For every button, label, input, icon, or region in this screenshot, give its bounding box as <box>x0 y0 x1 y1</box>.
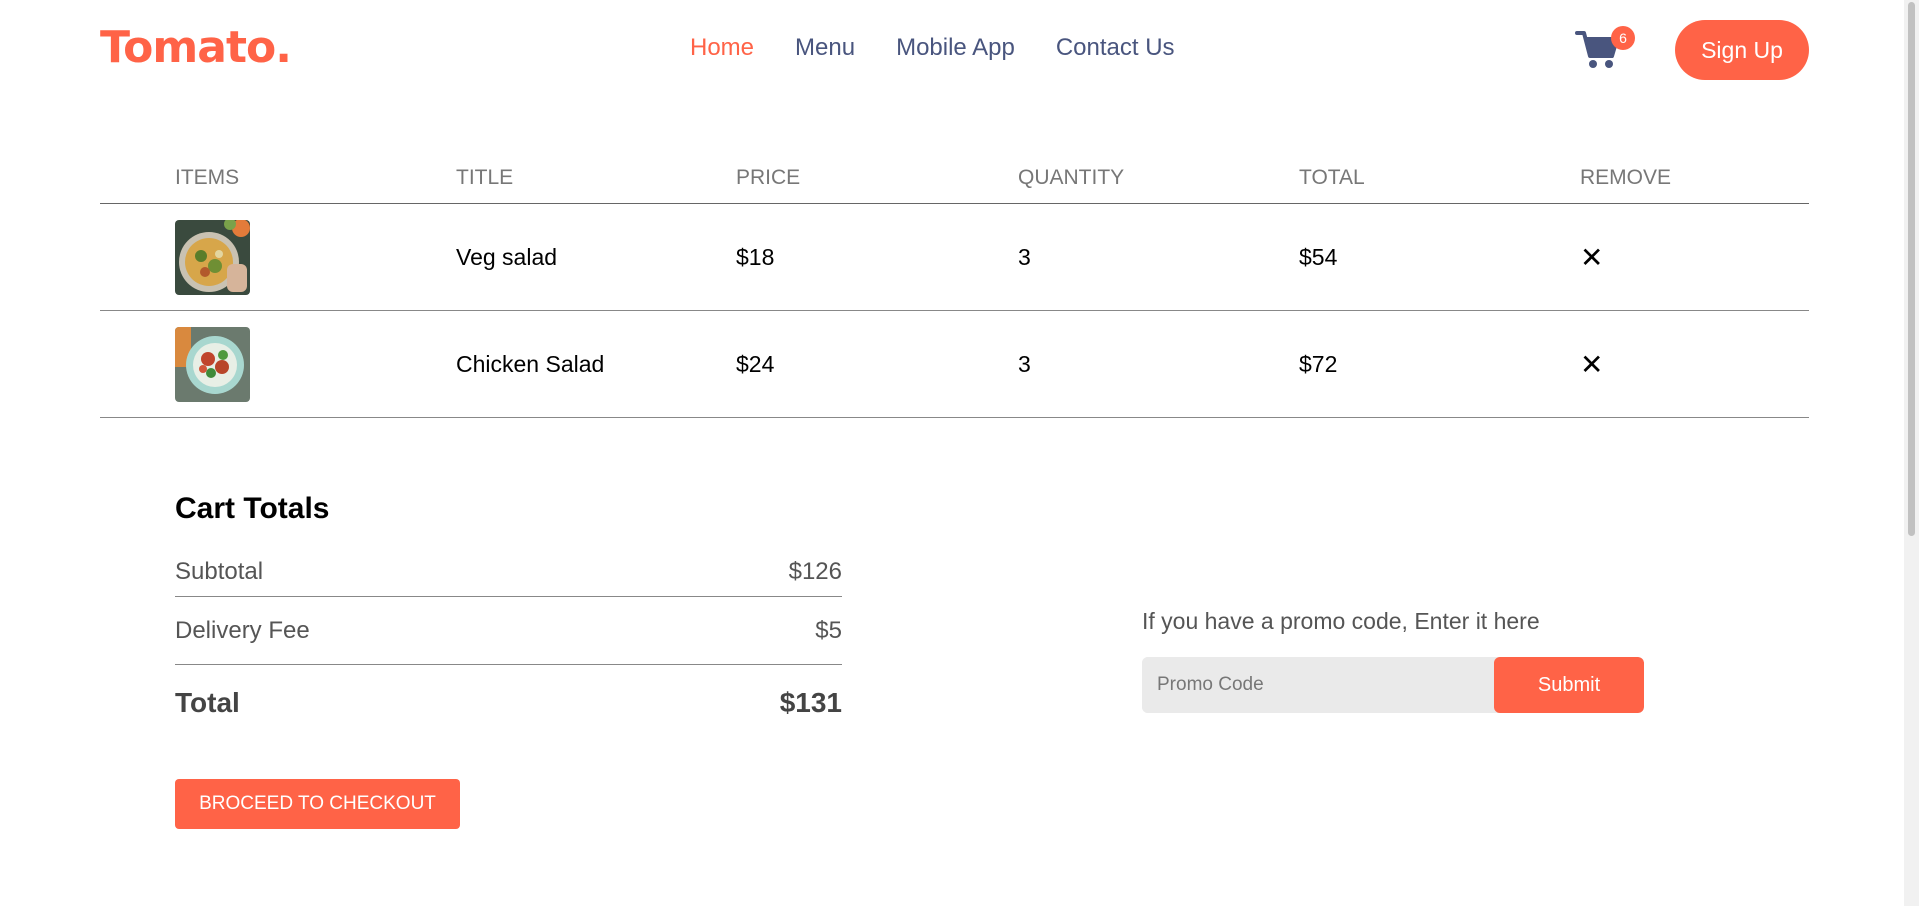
promo-code-input[interactable] <box>1142 657 1494 713</box>
remove-icon[interactable]: ✕ <box>1580 241 1610 274</box>
subtotal-value: $126 <box>788 558 842 585</box>
header-remove: REMOVE <box>1580 165 1672 189</box>
item-title: Veg salad <box>456 243 558 270</box>
cart-table: ITEMS TITLE PRICE QUANTITY TOTAL REMOVE <box>100 152 1809 418</box>
delivery-fee-value: $5 <box>815 616 842 644</box>
nav-link-mobile-app[interactable]: Mobile App <box>896 34 1015 62</box>
cart-count-badge: 6 <box>1611 26 1635 50</box>
header-quantity: QUANTITY <box>1018 165 1125 189</box>
cart-button[interactable]: 6 <box>1575 24 1635 74</box>
item-total: $72 <box>1299 350 1338 377</box>
scrollbar[interactable] <box>1904 0 1919 906</box>
item-price: $24 <box>736 350 775 377</box>
promo-submit-button[interactable]: Submit <box>1494 657 1644 713</box>
nav-link-home[interactable]: Home <box>690 34 754 62</box>
logo[interactable]: Tomato. <box>100 22 292 73</box>
page: Tomato. Home Menu Mobile App Contact Us … <box>100 0 1809 829</box>
total-value: $131 <box>779 687 842 718</box>
nav-link-menu[interactable]: Menu <box>795 34 855 62</box>
nav-links: Home Menu Mobile App Contact Us <box>690 34 1175 62</box>
item-price: $18 <box>736 243 775 270</box>
item-total: $54 <box>1299 243 1338 270</box>
cart-totals: Cart Totals Subtotal $126 Delivery Fee $… <box>175 492 842 829</box>
scrollbar-thumb[interactable] <box>1908 2 1915 536</box>
subtotal-label: Subtotal <box>175 558 264 585</box>
table-row: Chicken Salad $24 3 $72 ✕ <box>100 311 1809 418</box>
remove-icon[interactable]: ✕ <box>1580 348 1610 381</box>
promo-section: If you have a promo code, Enter it here … <box>1142 608 1644 713</box>
sign-up-button[interactable]: Sign Up <box>1675 20 1809 80</box>
cart-table-header: ITEMS TITLE PRICE QUANTITY TOTAL REMOVE <box>100 152 1809 204</box>
nav-link-contact-us[interactable]: Contact Us <box>1056 34 1175 62</box>
delivery-fee-label: Delivery Fee <box>175 616 310 644</box>
item-quantity: 3 <box>1018 350 1031 377</box>
veg-salad-photo <box>175 219 250 295</box>
header-total: TOTAL <box>1299 165 1365 189</box>
promo-form: Submit <box>1142 657 1644 713</box>
table-row: Veg salad $18 3 $54 ✕ <box>100 204 1809 311</box>
delivery-fee-row: Delivery Fee $5 <box>175 597 842 664</box>
item-quantity: 3 <box>1018 243 1031 270</box>
subtotal-row: Subtotal $126 <box>175 556 842 596</box>
header-title: TITLE <box>456 165 514 189</box>
cart-totals-heading: Cart Totals <box>175 492 330 525</box>
item-title: Chicken Salad <box>456 350 605 377</box>
header-items: ITEMS <box>175 165 240 189</box>
header-price: PRICE <box>736 165 801 189</box>
checkout-button[interactable]: BROCEED TO CHECKOUT <box>175 779 460 829</box>
promo-prompt: If you have a promo code, Enter it here <box>1142 608 1540 634</box>
chicken-salad-photo <box>175 326 250 402</box>
navbar: Tomato. Home Menu Mobile App Contact Us … <box>100 0 1809 100</box>
total-row: Total $131 <box>175 665 842 741</box>
total-label: Total <box>175 687 240 718</box>
